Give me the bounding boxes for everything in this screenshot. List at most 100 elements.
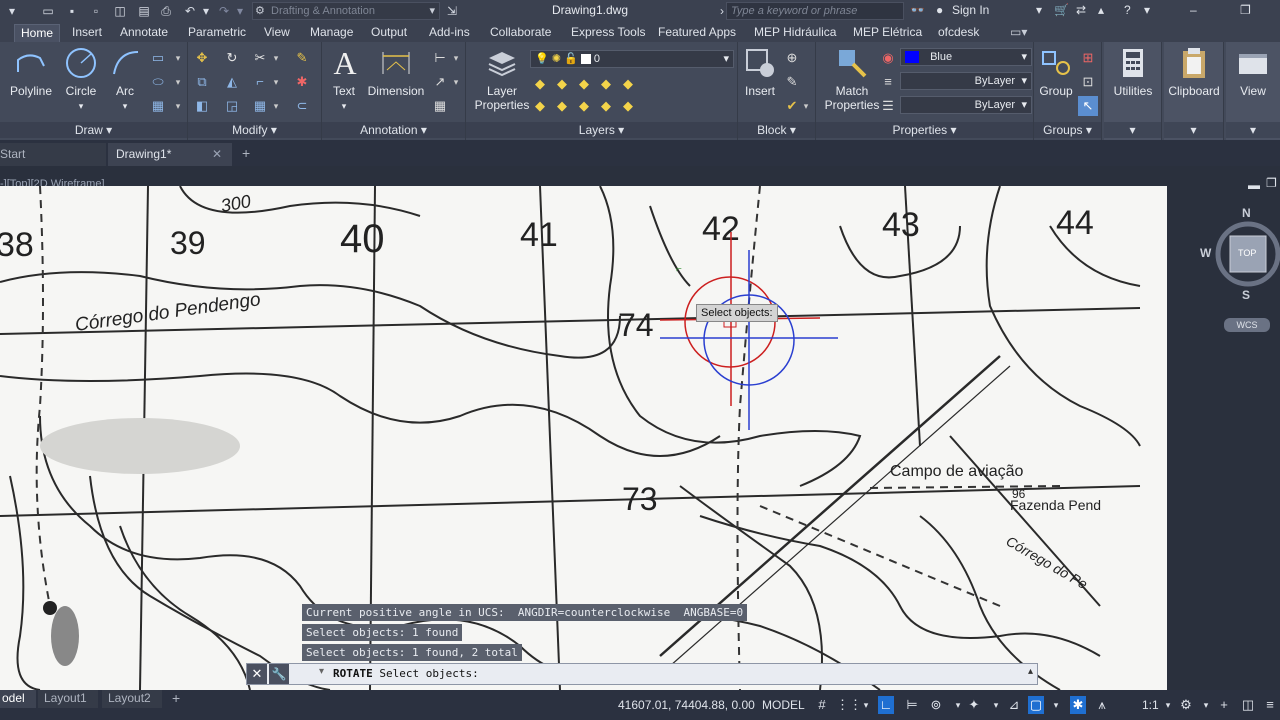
snap-icon[interactable]: ⋮⋮ [836,696,862,714]
polyline-button[interactable]: Polyline [6,46,56,98]
workspace-gear-icon[interactable]: ⚙ [1178,696,1194,714]
tab-layout2[interactable]: Layout2 [102,690,162,708]
app-menu-icon[interactable]: ▾ [4,3,20,19]
tab-insert[interactable]: Insert [72,24,102,42]
trim-dropdown-icon[interactable]: ▾ [268,50,284,66]
layer-tool-icon[interactable]: ◆ [620,76,636,92]
tab-view[interactable]: View [264,24,290,42]
color-dropdown[interactable]: Blue ▾ [900,48,1032,66]
attribute-dropdown-icon[interactable]: ▾ [798,98,814,114]
tab-layout1[interactable]: Layout1 [38,690,98,708]
minimize-icon[interactable]: – [1190,3,1197,17]
model-space-button[interactable]: MODEL [762,696,805,714]
scale-icon[interactable]: ◲ [224,98,240,114]
web-mobile-icon[interactable]: ◫ [112,3,128,19]
snap-dropdown-icon[interactable]: ▾ [858,696,874,714]
tab-mep-hidraulica[interactable]: MEP Hidráulica [754,24,836,42]
explode-icon[interactable]: ✱ [294,74,310,90]
erase-icon[interactable]: ✎ [294,50,310,66]
add-icon[interactable]: + [1216,696,1232,714]
hatch-icon[interactable]: ▦ [150,98,166,114]
coordinate-readout[interactable]: 41607.01, 74404.88, 0.00 [618,696,755,714]
copy-icon[interactable]: ⧉ [194,74,210,90]
workspace-dropdown[interactable]: ⚙ Drafting & Annotation ▾ [252,2,440,20]
viewcube[interactable]: N S W TOP WCS [1200,206,1280,336]
layers-panel-label[interactable]: Layers ▾ [466,122,737,138]
utilities-dropdown-icon[interactable]: ▾ [1104,122,1161,138]
stretch-icon[interactable]: ◧ [194,98,210,114]
clipboard-panel[interactable]: Clipboard ▾ [1164,42,1224,140]
compass-north[interactable]: N [1242,206,1251,220]
view-dropdown-icon[interactable]: ▾ [1226,122,1280,138]
viewcube-top-face[interactable]: TOP [1238,248,1256,258]
ellipse-dropdown-icon[interactable]: ▾ [170,74,186,90]
clipboard-dropdown-icon[interactable]: ▾ [1164,122,1223,138]
sign-in-dropdown-icon[interactable]: ▾ [1036,3,1042,17]
infer-constraints-icon[interactable]: ⊨ [904,696,920,714]
stay-connected-icon[interactable]: ▴ [1098,3,1104,17]
object-snap-dropdown-icon[interactable]: ▾ [988,696,1004,714]
ungroup-icon[interactable]: ⊞ [1080,50,1096,66]
rotate-icon[interactable]: ↻ [224,50,240,66]
edit-block-icon[interactable]: ✎ [784,74,800,90]
tab-mep-eletrica[interactable]: MEP Elétrica [853,24,922,42]
group-select-icon[interactable]: ↖ [1078,96,1098,116]
customize-wrench-icon[interactable]: 🔧 [269,664,289,684]
layer-tool-icon[interactable]: ◆ [620,98,636,114]
new-layout-icon[interactable]: + [172,690,180,708]
draw-panel-label[interactable]: Draw ▾ [0,122,187,138]
leader-icon[interactable]: ↗ [432,74,448,90]
help-icon[interactable]: ? [1124,3,1131,17]
hatch-dropdown-icon[interactable]: ▾ [170,98,186,114]
layer-tool-icon[interactable]: ◆ [576,76,592,92]
tab-drawing1[interactable]: Drawing1* ✕ [108,143,232,166]
workspace-dropdown-icon[interactable]: ▾ [1198,696,1214,714]
linetype-dropdown[interactable]: ByLayer ▾ [900,72,1032,90]
text-dropdown-icon[interactable]: ▾ [342,101,347,111]
tab-model[interactable]: odel [0,690,36,708]
tab-parametric[interactable]: Parametric [188,24,246,42]
restore-icon[interactable]: ❐ [1240,3,1251,17]
layer-tool-icon[interactable]: ◆ [532,76,548,92]
isolate-icon[interactable]: ◫ [1240,696,1256,714]
lineweight-toggle-icon[interactable]: ⊿ [1006,696,1022,714]
ellipse-icon[interactable]: ⬭ [150,74,166,90]
close-tab-icon[interactable]: ✕ [212,143,222,165]
search-input[interactable]: Type a keyword or phrase [726,2,904,20]
table-icon[interactable]: ▦ [432,98,448,114]
plot-icon[interactable]: ⎙ [158,3,174,19]
mirror-icon[interactable]: ◭ [224,74,240,90]
close-command-line-icon[interactable]: ✕ [247,664,267,684]
linear-dim-icon[interactable]: ⊢ [432,50,448,66]
polar-icon[interactable]: ⊚ [928,696,944,714]
tab-start[interactable]: Start [0,143,106,166]
utilities-panel[interactable]: Utilities ▾ [1104,42,1162,140]
tab-home[interactable]: Home [14,24,61,42]
create-block-icon[interactable]: ⊕ [784,50,800,66]
compass-south[interactable]: S [1242,288,1250,302]
linear-dim-dropdown-icon[interactable]: ▾ [448,50,464,66]
layer-tool-icon[interactable]: ◆ [598,76,614,92]
redo-dropdown-icon[interactable]: ▾ [232,3,248,19]
recent-commands-icon[interactable]: ▾ [319,666,324,677]
annotation-panel-label[interactable]: Annotation ▾ [322,122,465,138]
selection-cycling-icon[interactable]: ▢ [1028,696,1044,714]
viewport-minimize-icon[interactable]: ▬ [1248,178,1260,192]
save-icon[interactable]: ▪ [64,3,80,19]
ribbon-options-icon[interactable]: ▭▾ [1010,24,1027,42]
array-dropdown-icon[interactable]: ▾ [268,98,284,114]
layer-tool-icon[interactable]: ◆ [598,98,614,114]
text-button[interactable]: A Text ▾ [328,46,360,113]
utilities-button[interactable]: Utilities [1104,46,1162,98]
tab-add-ins[interactable]: Add-ins [429,24,470,42]
dimension-button[interactable]: Dimension [364,46,428,98]
leader-dropdown-icon[interactable]: ▾ [448,74,464,90]
help-dropdown-icon[interactable]: ▾ [1144,3,1150,17]
annotation-scale[interactable]: 1:1 [1142,696,1159,714]
block-panel-label[interactable]: Block ▾ [738,122,815,138]
command-line[interactable]: ✕ 🔧 ▾ ROTATE Select objects: ▴ [246,663,1038,685]
redo-icon[interactable]: ↷ [216,3,232,19]
group-button[interactable]: Group [1036,46,1076,98]
fillet-icon[interactable]: ⌐ [252,74,268,90]
undo-icon[interactable]: ↶ [182,3,198,19]
